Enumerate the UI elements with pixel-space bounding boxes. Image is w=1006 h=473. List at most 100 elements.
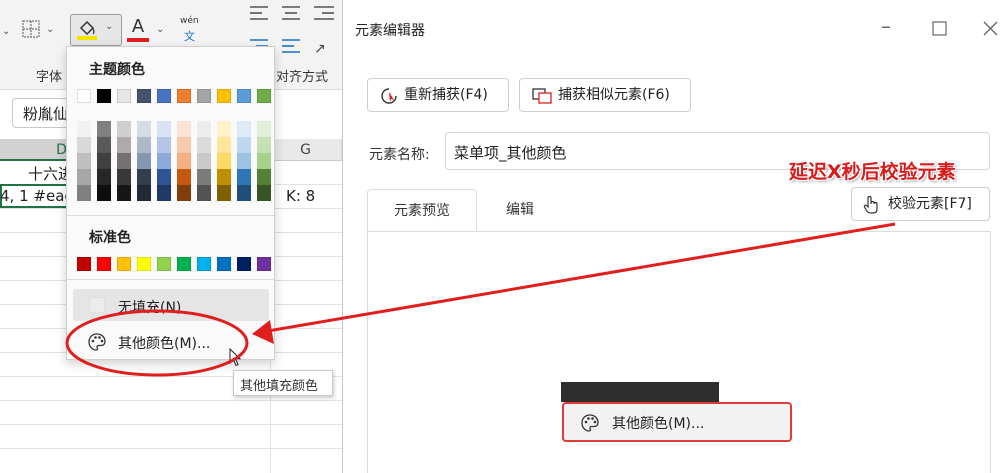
theme-shade-swatch[interactable] xyxy=(77,121,91,137)
standard-color-swatch[interactable] xyxy=(137,257,151,271)
minimize-icon[interactable]: – xyxy=(881,16,891,36)
theme-shade-swatch[interactable] xyxy=(157,185,171,201)
theme-shade-swatch[interactable] xyxy=(137,185,151,201)
no-fill-swatch xyxy=(89,297,105,313)
menu-divider xyxy=(67,279,274,280)
theme-shade-swatch[interactable] xyxy=(197,137,211,153)
theme-shade-swatch[interactable] xyxy=(157,169,171,185)
standard-color-swatch[interactable] xyxy=(117,257,131,271)
theme-color-swatch[interactable] xyxy=(217,89,231,103)
theme-shade-swatch[interactable] xyxy=(137,121,151,137)
chevron-down-icon[interactable]: ⌄ xyxy=(156,24,164,35)
theme-shade-swatch[interactable] xyxy=(237,185,251,201)
no-fill-item[interactable]: 无填充(N) xyxy=(73,289,269,321)
theme-shade-swatch[interactable] xyxy=(177,137,191,153)
tab-edit[interactable]: 编辑 xyxy=(483,189,557,231)
grid-line xyxy=(0,424,342,425)
theme-shade-swatch[interactable] xyxy=(217,121,231,137)
theme-color-swatch[interactable] xyxy=(157,89,171,103)
capture-similar-button[interactable]: 捕获相似元素(F6) xyxy=(519,78,691,112)
theme-colors-title: 主题颜色 xyxy=(89,62,145,78)
theme-shade-swatch[interactable] xyxy=(197,153,211,169)
standard-color-swatch[interactable] xyxy=(237,257,251,271)
theme-shade-swatch[interactable] xyxy=(257,185,271,201)
theme-shade-swatch[interactable] xyxy=(97,121,111,137)
standard-color-swatch[interactable] xyxy=(217,257,231,271)
theme-color-swatch[interactable] xyxy=(177,89,191,103)
theme-shade-swatch[interactable] xyxy=(117,137,131,153)
standard-color-swatch[interactable] xyxy=(77,257,91,271)
theme-shade-swatch[interactable] xyxy=(77,169,91,185)
theme-color-swatch[interactable] xyxy=(137,89,151,103)
theme-shade-swatch[interactable] xyxy=(217,169,231,185)
theme-shade-swatch[interactable] xyxy=(137,153,151,169)
standard-color-swatch[interactable] xyxy=(197,257,211,271)
theme-shade-swatch[interactable] xyxy=(177,185,191,201)
theme-shade-swatch[interactable] xyxy=(257,153,271,169)
theme-shade-swatch[interactable] xyxy=(237,169,251,185)
standard-color-swatch[interactable] xyxy=(257,257,271,271)
theme-shade-swatch[interactable] xyxy=(177,121,191,137)
theme-shade-swatch[interactable] xyxy=(77,137,91,153)
theme-shade-swatch[interactable] xyxy=(177,169,191,185)
preview-element-image: 其他颜色(M)... xyxy=(562,402,792,442)
theme-color-swatch[interactable] xyxy=(117,89,131,103)
phonetic-guide-top: wén xyxy=(180,16,199,26)
font-color-icon[interactable]: A xyxy=(128,16,148,37)
theme-shade-swatch[interactable] xyxy=(157,121,171,137)
tab-element-preview[interactable]: 元素预览 xyxy=(367,189,477,231)
grid-line xyxy=(0,400,342,401)
standard-color-swatch[interactable] xyxy=(97,257,111,271)
theme-shade-swatch[interactable] xyxy=(217,185,231,201)
theme-color-swatch[interactable] xyxy=(237,89,251,103)
standard-color-swatch[interactable] xyxy=(177,257,191,271)
theme-shade-swatch[interactable] xyxy=(77,153,91,169)
element-name-label: 元素名称: xyxy=(369,147,430,163)
theme-shade-swatch[interactable] xyxy=(97,153,111,169)
theme-shade-swatch[interactable] xyxy=(137,169,151,185)
align-icons-row1[interactable] xyxy=(248,4,338,26)
fill-color-dropdown: 主题颜色 标准色 无填充(N) 其他颜色(M)... xyxy=(66,46,275,360)
theme-shade-swatch[interactable] xyxy=(97,169,111,185)
chevron-down-icon[interactable]: ⌄ xyxy=(2,26,10,37)
theme-shade-swatch[interactable] xyxy=(117,169,131,185)
theme-color-swatch[interactable] xyxy=(77,89,91,103)
theme-shade-swatch[interactable] xyxy=(237,153,251,169)
column-header-g[interactable]: G xyxy=(270,139,342,161)
theme-shade-swatch[interactable] xyxy=(257,121,271,137)
theme-shade-swatch[interactable] xyxy=(217,153,231,169)
theme-shade-swatch[interactable] xyxy=(157,153,171,169)
borders-icon[interactable] xyxy=(22,20,40,38)
theme-shade-swatch[interactable] xyxy=(157,137,171,153)
standard-color-swatch[interactable] xyxy=(157,257,171,271)
theme-shade-swatch[interactable] xyxy=(97,185,111,201)
theme-shade-swatch[interactable] xyxy=(197,185,211,201)
theme-shade-swatch[interactable] xyxy=(117,185,131,201)
theme-color-swatch[interactable] xyxy=(197,89,211,103)
theme-shade-swatch[interactable] xyxy=(237,137,251,153)
theme-shade-swatch[interactable] xyxy=(217,137,231,153)
theme-color-swatch[interactable] xyxy=(97,89,111,103)
theme-shade-swatch[interactable] xyxy=(197,169,211,185)
theme-shade-swatch[interactable] xyxy=(257,137,271,153)
theme-color-swatch[interactable] xyxy=(257,89,271,103)
maximize-icon[interactable] xyxy=(932,21,947,36)
verify-element-button[interactable]: 校验元素[F7] xyxy=(851,187,990,221)
theme-shade-swatch[interactable] xyxy=(237,121,251,137)
theme-shade-swatch[interactable] xyxy=(117,153,131,169)
theme-shade-swatch[interactable] xyxy=(77,185,91,201)
theme-shade-swatch[interactable] xyxy=(137,137,151,153)
fill-color-button[interactable]: ⌄ xyxy=(70,14,122,46)
alignment-group-label: 对齐方式 xyxy=(276,70,329,85)
theme-shade-swatch[interactable] xyxy=(97,137,111,153)
theme-shade-swatch[interactable] xyxy=(197,121,211,137)
recapture-icon xyxy=(381,88,397,104)
theme-shade-swatch[interactable] xyxy=(177,153,191,169)
recapture-button[interactable]: 重新捕获(F4) xyxy=(367,78,509,112)
cell-g2[interactable]: K: 8 xyxy=(286,187,315,205)
theme-shade-swatch[interactable] xyxy=(117,121,131,137)
chevron-down-icon[interactable]: ⌄ xyxy=(46,24,54,35)
phonetic-guide-icon[interactable]: 文 xyxy=(184,28,195,44)
theme-shade-swatch[interactable] xyxy=(257,169,271,185)
close-icon[interactable] xyxy=(983,21,998,36)
